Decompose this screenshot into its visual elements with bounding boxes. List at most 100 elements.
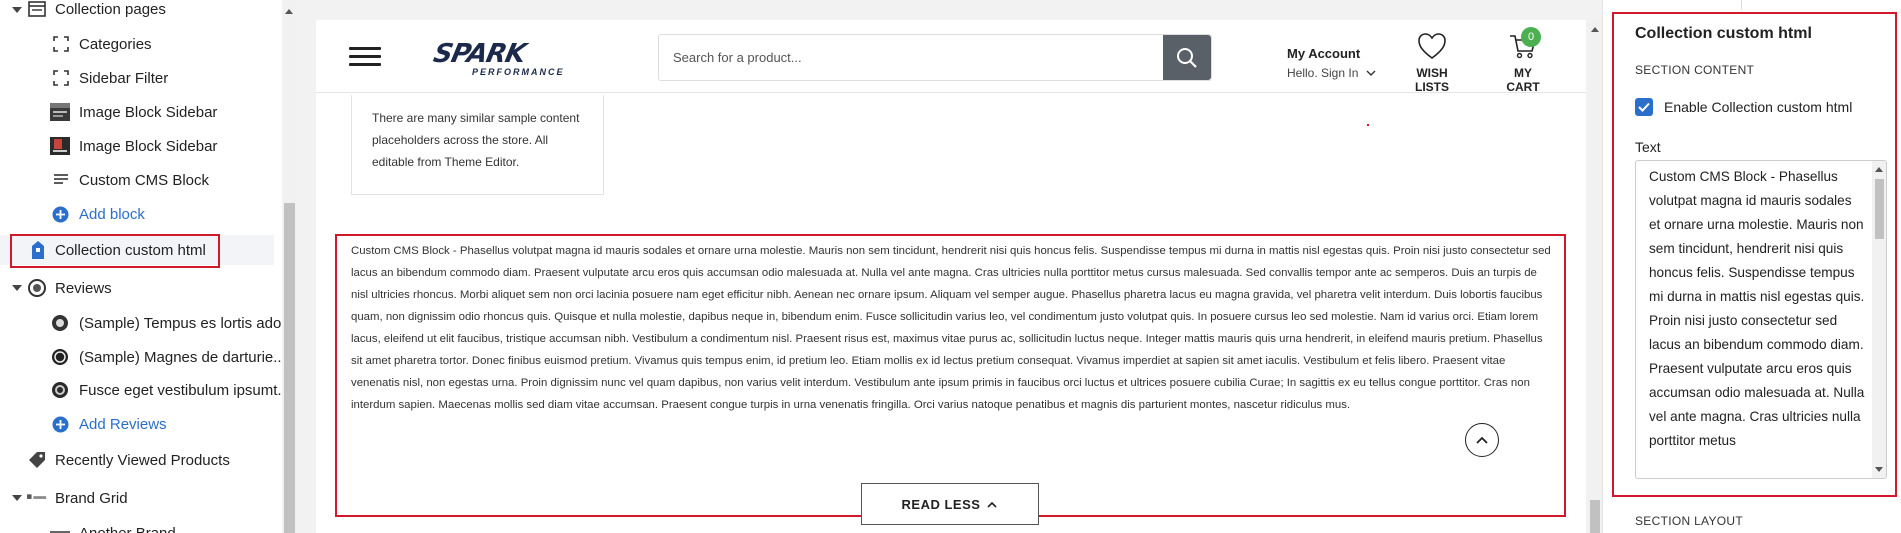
read-less-button[interactable]: READ LESS bbox=[861, 483, 1039, 525]
theme-sections-sidebar: Collection pages Categories Sidebar Filt… bbox=[0, 0, 282, 533]
text-lines-icon bbox=[51, 170, 71, 190]
tree-item-label: Categories bbox=[79, 36, 152, 53]
search-button[interactable] bbox=[1163, 35, 1211, 80]
section-content-heading: SECTION CONTENT bbox=[1635, 63, 1755, 77]
tag-icon bbox=[27, 450, 47, 470]
tree-item-brand-grid[interactable]: Brand Grid bbox=[0, 483, 282, 513]
add-reviews-label: Add Reviews bbox=[79, 416, 167, 433]
logo-subtitle: PERFORMANCE bbox=[472, 67, 565, 77]
scrollbar-thumb[interactable] bbox=[284, 203, 295, 533]
wish-lists[interactable]: WISH LISTS bbox=[1398, 32, 1466, 94]
tree-item-label: Custom CMS Block bbox=[79, 172, 210, 189]
tree-item-label: (Sample) Magnes de darturie... bbox=[79, 349, 282, 366]
collection-page-icon bbox=[27, 0, 47, 19]
promo-text: There are many similar sample content pl… bbox=[372, 111, 580, 169]
tree-item-reviews[interactable]: Reviews bbox=[0, 273, 282, 303]
tree-item-label: Recently Viewed Products bbox=[55, 452, 230, 469]
tree-item-image-block-sidebar[interactable]: Image Block Sidebar bbox=[0, 97, 282, 127]
chevron-up-icon bbox=[987, 501, 998, 508]
heart-icon bbox=[1418, 33, 1446, 59]
tree-item-label: Fusce eget vestibulum ipsumt... bbox=[79, 382, 282, 399]
caret-down-icon[interactable] bbox=[12, 495, 22, 501]
tree-item-image-block-sidebar[interactable]: Image Block Sidebar bbox=[0, 131, 282, 161]
add-reviews-link[interactable]: Add Reviews bbox=[0, 409, 282, 439]
collection-custom-html-block[interactable]: Custom CMS Block - Phasellus volutpat ma… bbox=[335, 234, 1566, 517]
hamburger-menu-icon[interactable] bbox=[349, 47, 381, 67]
section-layout-heading: SECTION LAYOUT bbox=[1635, 514, 1743, 528]
review-avatar-icon bbox=[50, 313, 70, 333]
scroll-up-arrow-icon[interactable] bbox=[1591, 27, 1599, 32]
review-avatar-icon bbox=[50, 347, 70, 367]
panel-title: Collection custom html bbox=[1635, 25, 1812, 42]
tree-item-sidebar-filter[interactable]: Sidebar Filter bbox=[0, 63, 282, 93]
chevron-down-icon bbox=[1366, 70, 1376, 76]
text-textarea[interactable]: Custom CMS Block - Phasellus volutpat ma… bbox=[1635, 160, 1887, 479]
add-block-link[interactable]: Add block bbox=[0, 199, 282, 229]
add-block-label: Add block bbox=[79, 206, 145, 223]
my-cart-label: MY CART bbox=[1506, 66, 1540, 94]
image-block-icon bbox=[50, 136, 70, 156]
enable-checkbox[interactable] bbox=[1635, 98, 1653, 116]
account-title: My Account bbox=[1287, 46, 1361, 61]
tree-item-review[interactable]: Fusce eget vestibulum ipsumt... bbox=[0, 375, 282, 405]
my-account[interactable]: My Account Hello. Sign In bbox=[1287, 46, 1376, 80]
checkmark-icon bbox=[1638, 102, 1650, 112]
tree-item-custom-cms-block[interactable]: Custom CMS Block bbox=[0, 165, 282, 195]
plus-circle-icon bbox=[50, 414, 70, 434]
account-signin[interactable]: Hello. Sign In bbox=[1287, 66, 1358, 80]
scroll-up-arrow-icon[interactable] bbox=[285, 9, 293, 14]
scroll-to-top-button[interactable] bbox=[1465, 423, 1499, 457]
scrollbar-thumb[interactable] bbox=[1590, 500, 1600, 533]
tree-item-label: Image Block Sidebar bbox=[79, 104, 218, 121]
cart-count-badge: 0 bbox=[1521, 27, 1541, 47]
chevron-up-icon bbox=[1476, 436, 1488, 444]
tree-item-review[interactable]: (Sample) Tempus es lortis ado... bbox=[0, 308, 282, 338]
marker-dot bbox=[1367, 124, 1369, 126]
search-icon bbox=[1177, 47, 1197, 68]
tree-item-label: Image Block Sidebar bbox=[79, 138, 218, 155]
reviews-icon bbox=[27, 278, 47, 298]
image-block-icon bbox=[50, 102, 70, 122]
section-icon bbox=[51, 34, 71, 54]
product-search bbox=[658, 34, 1212, 81]
tab-divider bbox=[1741, 0, 1742, 10]
cms-text: Custom CMS Block - Phasellus volutpat ma… bbox=[351, 245, 1551, 411]
read-less-label: READ LESS bbox=[901, 496, 981, 512]
tree-item-label: Collection pages bbox=[55, 1, 166, 18]
tree-item-label: Sidebar Filter bbox=[79, 70, 169, 87]
tree-item-recently-viewed[interactable]: Recently Viewed Products bbox=[0, 445, 282, 475]
preview-scrollbar[interactable] bbox=[1588, 20, 1602, 533]
tree-item-label: Reviews bbox=[55, 280, 112, 297]
tree-item-label: Brand Grid bbox=[55, 490, 128, 507]
scroll-up-arrow-icon[interactable] bbox=[1875, 167, 1883, 172]
tree-item-label: (Sample) Tempus es lortis ado... bbox=[79, 315, 282, 332]
selection-highlight bbox=[10, 234, 220, 268]
sample-content-card: There are many similar sample content pl… bbox=[351, 95, 604, 195]
scroll-down-arrow-icon[interactable] bbox=[1875, 467, 1883, 472]
enable-checkbox-label[interactable]: Enable Collection custom html bbox=[1664, 99, 1852, 115]
text-field-label: Text bbox=[1635, 139, 1661, 155]
section-settings-panel: Collection custom html SECTION CONTENT E… bbox=[1602, 0, 1901, 533]
brand-grid-icon bbox=[27, 488, 47, 508]
review-avatar-icon bbox=[50, 380, 70, 400]
wish-lists-label: WISH LISTS bbox=[1414, 66, 1449, 94]
store-preview: SPARK PERFORMANCE My Account Hello. Sign… bbox=[316, 20, 1586, 533]
tree-item-label: Another Brand bbox=[79, 525, 176, 533]
tree-item-collection-pages[interactable]: Collection pages bbox=[0, 0, 282, 25]
textarea-content: Custom CMS Block - Phasellus volutpat ma… bbox=[1649, 169, 1865, 448]
sidebar-scrollbar[interactable] bbox=[282, 0, 297, 533]
section-icon bbox=[51, 68, 71, 88]
textarea-scrollbar[interactable] bbox=[1872, 161, 1886, 478]
scrollbar-thumb[interactable] bbox=[1875, 179, 1884, 239]
store-header: SPARK PERFORMANCE My Account Hello. Sign… bbox=[316, 20, 1586, 94]
caret-down-icon[interactable] bbox=[12, 7, 22, 13]
caret-down-icon[interactable] bbox=[12, 285, 22, 291]
search-input[interactable] bbox=[659, 35, 1128, 80]
plus-circle-icon bbox=[50, 204, 70, 224]
tree-item-review[interactable]: (Sample) Magnes de darturie... bbox=[0, 342, 282, 372]
tree-item-categories[interactable]: Categories bbox=[0, 29, 282, 59]
store-logo[interactable]: SPARK PERFORMANCE bbox=[430, 39, 591, 77]
tree-item-another-brand[interactable]: Another Brand bbox=[0, 518, 282, 533]
brand-logo-icon bbox=[50, 523, 70, 533]
logo-wordmark: SPARK bbox=[430, 39, 528, 69]
